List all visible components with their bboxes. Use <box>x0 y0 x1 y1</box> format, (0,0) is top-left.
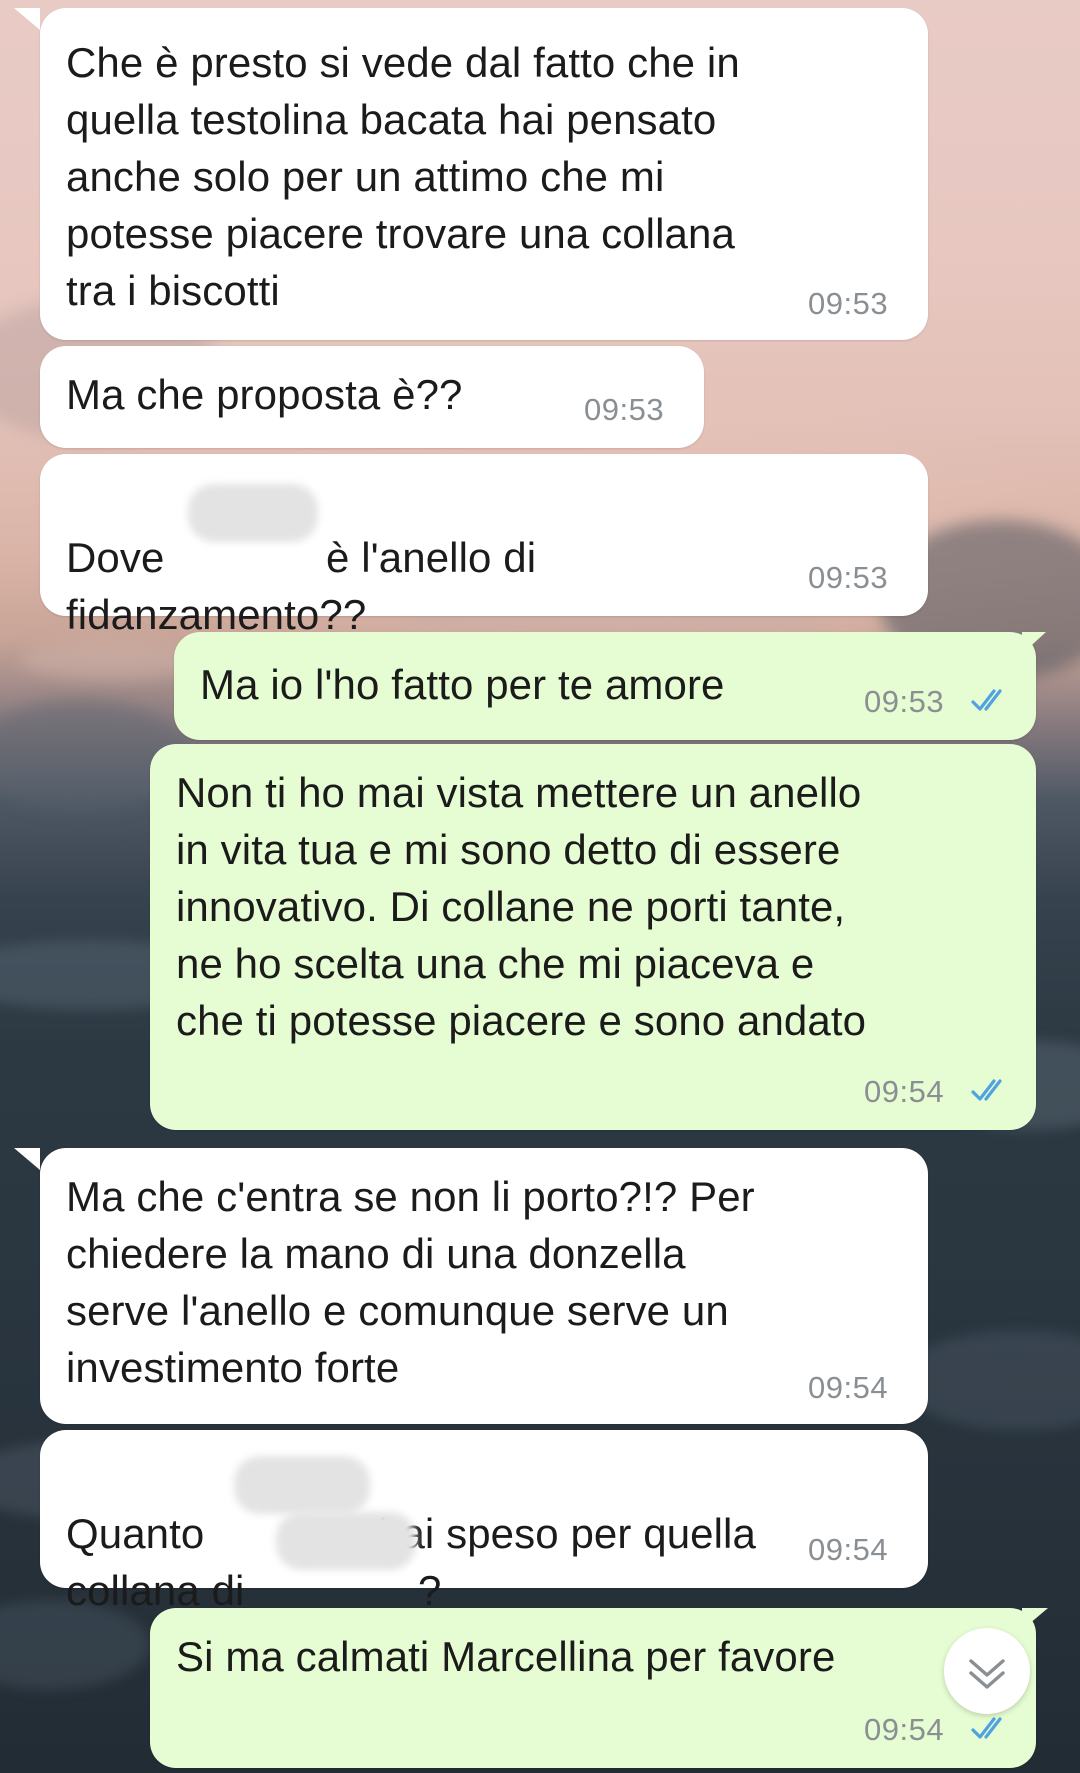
bubble-tail <box>14 8 40 30</box>
message-text: Ma che c'entra se non li porto?!? Per ch… <box>66 1173 755 1391</box>
message-time: 09:54 <box>808 1370 889 1405</box>
redaction-blur <box>234 1456 370 1514</box>
message-outgoing[interactable]: Ma io l'ho fatto per te amore 09:53 <box>174 632 1036 740</box>
message-time: 09:54 <box>864 1712 945 1747</box>
double-check-read-icon <box>971 1079 1002 1101</box>
double-chevron-down-icon <box>969 1659 1005 1689</box>
message-time: 09:53 <box>584 392 665 427</box>
message-text-part: fidanzamento?? <box>66 591 367 638</box>
message-text: Si ma calmati Marcellina per favore <box>176 1633 836 1680</box>
double-check-read-icon <box>971 689 1002 711</box>
message-text: Ma che proposta è?? <box>66 371 463 418</box>
message-text-part: ? <box>418 1567 442 1614</box>
double-check-read-icon <box>971 1717 1002 1739</box>
message-time: 09:53 <box>864 684 945 719</box>
bubble-tail <box>1022 632 1046 654</box>
message-time: 09:53 <box>808 560 889 595</box>
message-incoming[interactable]: Ma che proposta è?? 09:53 <box>40 346 704 448</box>
message-line: collana di <box>66 1505 244 1619</box>
message-outgoing[interactable]: Non ti ho mai vista mettere un anello in… <box>150 744 1036 1130</box>
scroll-to-bottom-button[interactable] <box>944 1628 1030 1714</box>
message-text-part: collana di <box>66 1567 245 1614</box>
message-text: Ma io l'ho fatto per te amore <box>200 661 725 708</box>
message-text: Non ti ho mai vista mettere un anello in… <box>176 769 867 1044</box>
message-incoming[interactable]: Ma che c'entra se non li porto?!? Per ch… <box>40 1148 928 1424</box>
redaction-blur <box>276 1512 416 1570</box>
message-incoming[interactable]: Che è presto si vede dal fatto che in qu… <box>40 8 928 340</box>
message-line: fidanzamento?? <box>66 529 366 643</box>
message-outgoing[interactable]: Si ma calmati Marcellina per favore 09:5… <box>150 1608 1036 1768</box>
message-text: Che è presto si vede dal fatto che in qu… <box>66 39 740 314</box>
bubble-tail <box>14 1148 40 1170</box>
message-time: 09:54 <box>808 1532 889 1567</box>
message-incoming[interactable]: Quanto hai speso per quella collana di ?… <box>40 1430 928 1614</box>
message-incoming[interactable]: Dove è l'anello di fidanzamento?? 09:53 <box>40 454 928 638</box>
message-line: ? <box>418 1505 441 1619</box>
message-time: 09:53 <box>808 286 889 321</box>
bubble-tail <box>1022 1608 1048 1630</box>
message-time: 09:54 <box>864 1074 945 1109</box>
